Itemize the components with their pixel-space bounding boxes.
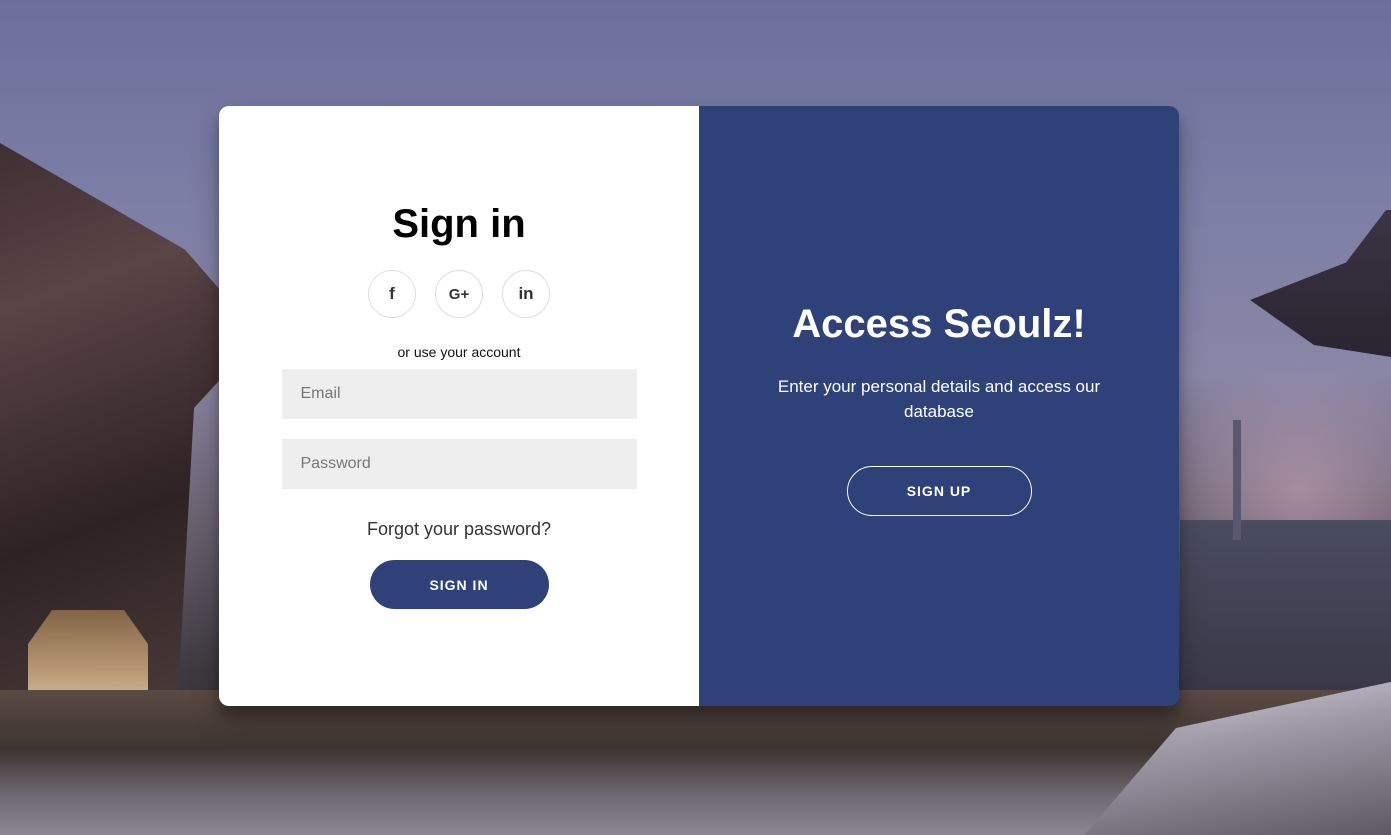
signin-form: Sign in f G+ in or use your account Forg…	[219, 106, 699, 706]
signin-title: Sign in	[392, 202, 526, 246]
panel-description: Enter your personal details and access o…	[777, 377, 1101, 421]
google-plus-button[interactable]: G+	[435, 270, 483, 318]
facebook-button[interactable]: f	[368, 270, 416, 318]
signup-panel: Access Seoulz! Enter your personal detai…	[699, 106, 1179, 706]
city-skyline	[1180, 520, 1391, 690]
signin-button[interactable]: SIGN IN	[369, 560, 549, 609]
email-input[interactable]	[281, 369, 637, 419]
signup-button[interactable]: SIGN UP	[846, 466, 1032, 516]
linkedin-icon: in	[518, 284, 534, 303]
seoul-tower	[1233, 420, 1241, 540]
password-input[interactable]	[281, 439, 637, 489]
social-buttons: f G+ in	[368, 270, 550, 318]
linkedin-button[interactable]: in	[502, 270, 550, 318]
alt-signin-hint: or use your account	[397, 344, 521, 360]
facebook-icon: f	[389, 284, 395, 303]
google-plus-icon: G+	[448, 285, 470, 303]
pagoda-roof-right	[1250, 210, 1391, 360]
panel-title: Access Seoulz!	[792, 302, 1086, 346]
auth-card: Sign in f G+ in or use your account Forg…	[219, 106, 1179, 706]
forgot-password-link[interactable]: Forgot your password?	[367, 519, 551, 540]
